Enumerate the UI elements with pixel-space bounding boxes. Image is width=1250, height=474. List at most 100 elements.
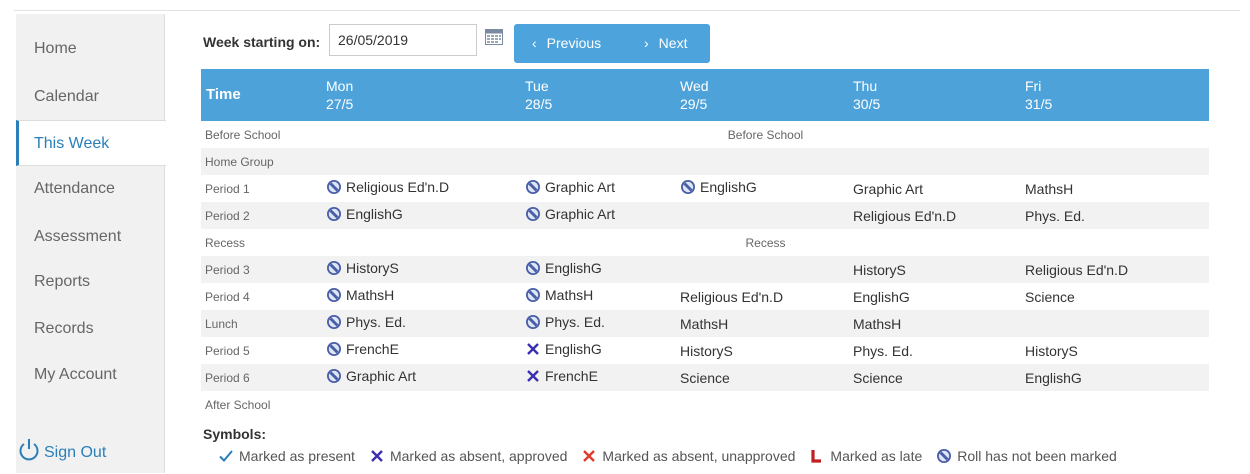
timetable-row: Period 5 FrenchE EnglishG HistoryS Phys. Ed.… — [201, 337, 1209, 364]
lesson: Graphic Art — [853, 181, 923, 197]
sidebar-item-home[interactable]: Home — [16, 26, 164, 72]
lesson-subject: HistoryS — [346, 260, 399, 276]
timetable-row: Period 1 Religious Ed'n.D Graphic Art Engli… — [201, 175, 1209, 202]
lesson: Graphic Art — [525, 179, 615, 195]
lesson-cell[interactable]: Religious Ed'n.D — [1021, 256, 1209, 283]
lesson-cell[interactable]: Science — [849, 364, 1021, 391]
lesson-cell[interactable]: Phys. Ed. — [521, 310, 676, 337]
previous-label: Previous — [546, 35, 602, 51]
roll-not-marked-icon — [526, 315, 540, 329]
lesson-cell[interactable]: EnglishG — [849, 283, 1021, 310]
calendar-icon[interactable] — [485, 29, 503, 45]
lesson: HistoryS — [1025, 343, 1078, 359]
lesson-cell[interactable]: Religious Ed'n.D — [849, 202, 1021, 229]
lesson-cell[interactable]: FrenchE — [322, 337, 521, 364]
lesson-cell[interactable]: EnglishG — [521, 256, 676, 283]
lesson: Phys. Ed. — [853, 343, 913, 359]
timetable-row: Lunch Phys. Ed. Phys. Ed. MathsH MathsH — [201, 310, 1209, 337]
sidebar-item-calendar[interactable]: Calendar — [16, 74, 164, 120]
chevron-left-icon: ‹ — [532, 35, 537, 51]
lesson-cell[interactable]: HistoryS — [1021, 337, 1209, 364]
timetable-row: Home Group — [201, 148, 1209, 175]
next-label: Next — [658, 35, 688, 51]
lesson-cell[interactable]: MathsH — [322, 283, 521, 310]
lesson: Religious Ed'n.D — [853, 208, 956, 224]
time-header: Time — [201, 69, 322, 121]
sidebar-item-this-week[interactable]: This Week — [16, 120, 166, 166]
period-label: Period 2 — [201, 202, 322, 229]
lesson: Religious Ed'n.D — [1025, 262, 1128, 278]
week-date-input[interactable] — [329, 24, 477, 56]
lesson-cell[interactable]: Religious Ed'n.D — [322, 175, 521, 202]
legend-label: Roll has not been marked — [957, 448, 1117, 464]
lesson-cell[interactable]: Religious Ed'n.D — [676, 283, 849, 310]
lesson: Religious Ed'n.D — [680, 289, 783, 305]
lesson-subject: HistoryS — [1025, 342, 1078, 359]
lesson-cell[interactable]: Phys. Ed. — [1021, 202, 1209, 229]
roll-not-marked-icon — [526, 288, 540, 302]
roll-not-marked-icon — [327, 315, 341, 329]
lesson-cell[interactable]: MathsH — [676, 310, 849, 337]
lesson-cell[interactable]: Phys. Ed. — [849, 337, 1021, 364]
sidebar-item-reports[interactable]: Reports — [16, 259, 164, 305]
lesson-subject: Phys. Ed. — [346, 314, 406, 330]
roll-not-marked-icon — [327, 207, 341, 221]
period-label: After School — [205, 397, 271, 412]
late-icon — [811, 450, 822, 463]
lesson-cell[interactable]: FrenchE — [521, 364, 676, 391]
sign-out-link[interactable]: Sign Out — [18, 438, 106, 462]
sidebar-item-attendance[interactable]: Attendance — [16, 166, 164, 212]
lesson-subject: EnglishG — [545, 260, 602, 276]
lesson-cell[interactable]: MathsH — [521, 283, 676, 310]
lesson: Phys. Ed. — [326, 314, 406, 330]
previous-button[interactable]: ‹ Previous — [532, 24, 601, 63]
period-label: Period 1 — [205, 181, 250, 196]
lesson-cell[interactable]: EnglishG — [1021, 364, 1209, 391]
lesson-cell[interactable]: MathsH — [849, 310, 1021, 337]
timetable-row: Period 4 MathsH MathsH Religious Ed'n.D Engl… — [201, 283, 1209, 310]
day-date: 28/5 — [525, 96, 553, 112]
sidebar-item-records[interactable]: Records — [16, 306, 164, 352]
lesson-cell[interactable]: Science — [676, 364, 849, 391]
day-name: Fri — [1025, 78, 1042, 94]
legend-label: Marked as late — [830, 448, 923, 464]
week-nav-buttons: ‹ Previous › Next — [514, 24, 710, 63]
roll-not-marked-icon — [327, 261, 341, 275]
span-cell: Before School — [727, 127, 804, 142]
symbols-legend: Symbols: Marked as present Marked as abse… — [203, 426, 1117, 464]
lesson: EnglishG — [525, 341, 602, 357]
sidebar-item-my-account[interactable]: My Account — [16, 352, 164, 398]
lesson-subject: Religious Ed'n.D — [1025, 261, 1129, 278]
legend-item: Marked as present — [218, 448, 355, 464]
lesson-cell[interactable]: EnglishG — [521, 337, 676, 364]
lesson-cell[interactable]: Graphic Art — [322, 364, 521, 391]
lesson-cell[interactable]: HistoryS — [849, 256, 1021, 283]
lesson-cell[interactable]: HistoryS — [322, 256, 521, 283]
lesson: EnglishG — [853, 289, 910, 305]
absent-approved-icon — [371, 450, 383, 462]
next-button[interactable]: › Next — [644, 24, 687, 63]
period-label: Home Group — [201, 148, 322, 175]
lesson: Phys. Ed. — [1025, 208, 1085, 224]
lesson-subject: Graphic Art — [346, 368, 417, 384]
lesson-cell[interactable]: Graphic Art — [849, 175, 1021, 202]
present-check-icon — [219, 450, 233, 462]
lesson-cell[interactable]: EnglishG — [676, 175, 849, 202]
lesson-cell[interactable]: Science — [1021, 283, 1209, 310]
lesson-cell[interactable]: EnglishG — [322, 202, 521, 229]
lesson-cell[interactable]: MathsH — [1021, 175, 1209, 202]
roll-not-marked-icon — [681, 180, 695, 194]
lesson-subject: EnglishG — [700, 179, 757, 195]
lesson-subject: Graphic Art — [853, 180, 924, 197]
lesson-subject: MathsH — [346, 287, 395, 303]
lesson-cell[interactable]: Graphic Art — [521, 175, 676, 202]
legend-item: Marked as absent, approved — [369, 448, 567, 464]
sidebar-item-assessment[interactable]: Assessment — [16, 214, 164, 260]
lesson-cell[interactable]: HistoryS — [676, 337, 849, 364]
lesson-cell[interactable]: Phys. Ed. — [322, 310, 521, 337]
lesson-cell[interactable]: Graphic Art — [521, 202, 676, 229]
day-name: Mon — [326, 78, 354, 94]
lesson-subject: MathsH — [853, 315, 902, 332]
timetable: Time Mon 27/5 Tue 28/5 Wed 29/5 Thu 30/5 Fri… — [201, 69, 1209, 418]
period-label: Recess — [205, 235, 246, 250]
